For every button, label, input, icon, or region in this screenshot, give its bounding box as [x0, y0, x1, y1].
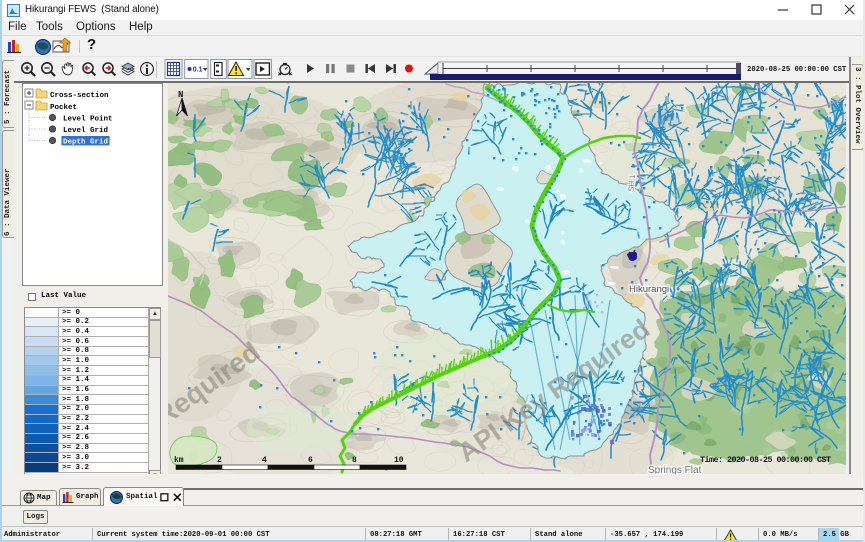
svg-text:Pocket: Pocket	[50, 104, 77, 112]
svg-text:8: 8	[352, 456, 357, 465]
svg-text:2: 2	[217, 456, 222, 465]
svg-text:4: 4	[262, 456, 267, 465]
svg-text:0.1: 0.1	[193, 67, 203, 74]
svg-text:km: km	[174, 456, 184, 465]
svg-text:Hikurangi: Hikurangi	[629, 284, 669, 295]
svg-text:6: 6	[308, 456, 313, 465]
svg-text:Time: 2020-08-25 00:00:00 CST: Time: 2020-08-25 00:00:00 CST	[700, 455, 831, 465]
svg-text:Level Grid: Level Grid	[63, 127, 108, 135]
svg-text:10: 10	[394, 456, 404, 465]
svg-text:SH 1: SH 1	[627, 173, 638, 192]
svg-text:Springs Flat: Springs Flat	[648, 465, 702, 474]
svg-text:Level Point: Level Point	[63, 116, 113, 124]
svg-text:Cross-section: Cross-section	[50, 92, 109, 100]
svg-text:Depth Grid: Depth Grid	[63, 139, 108, 147]
svg-text:N: N	[178, 90, 183, 100]
